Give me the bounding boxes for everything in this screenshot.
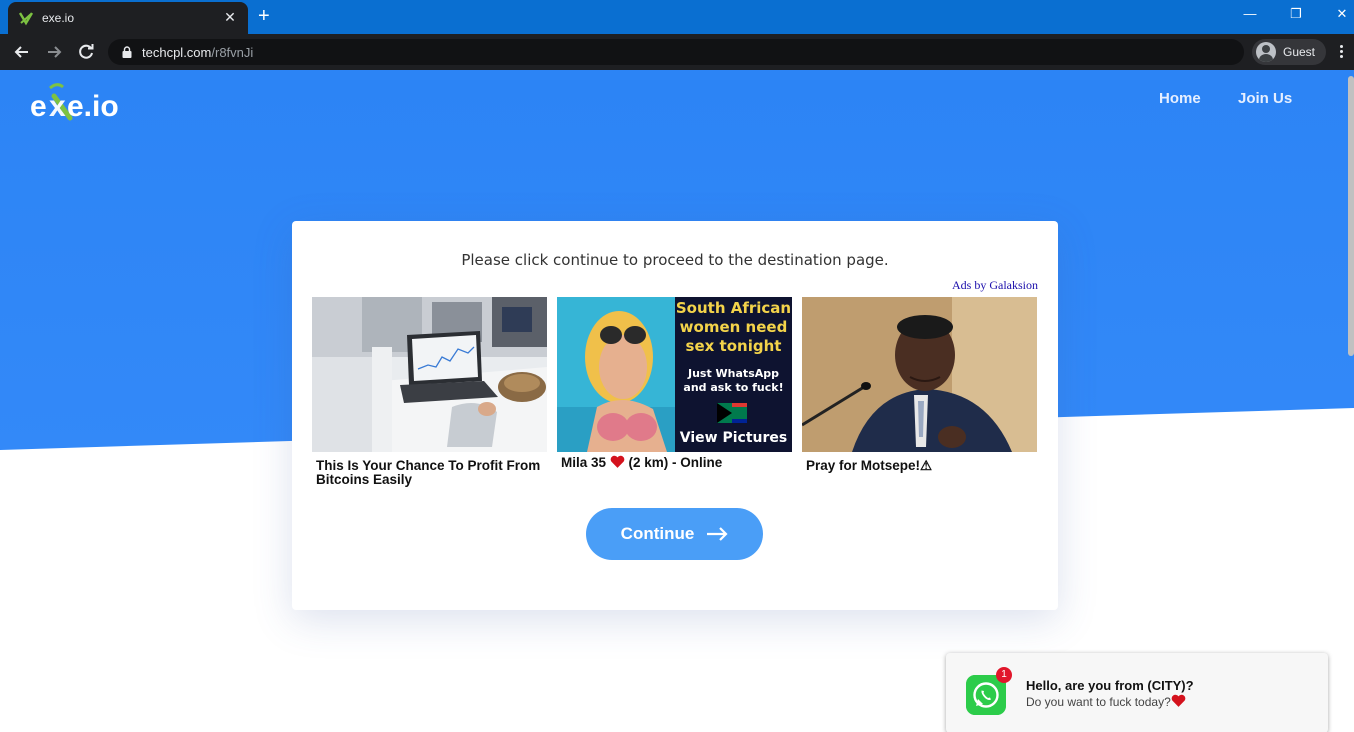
ad-banner-line: South African [675, 299, 792, 317]
ad-banner-line: sex tonight [685, 337, 782, 355]
reload-icon[interactable] [75, 41, 97, 63]
browser-menu-icon[interactable] [1336, 43, 1346, 61]
ad-caption[interactable]: This Is Your Chance To Profit From Bitco… [312, 459, 547, 487]
profile-label: Guest [1283, 45, 1316, 59]
instruction-text: Please click continue to proceed to the … [461, 251, 889, 269]
heart-icon [1171, 694, 1186, 707]
tab-title: exe.io [42, 11, 75, 25]
lock-icon [122, 46, 132, 58]
ad-caption[interactable]: Mila 35 (2 km) - Online [557, 455, 792, 470]
arrow-right-icon [707, 527, 728, 541]
svg-text:e.io: e.io [67, 90, 119, 123]
guest-avatar-icon [1256, 42, 1276, 62]
ad-caption-text: (2 km) - Online [624, 455, 723, 470]
ad-banner-line: women need [679, 318, 788, 336]
url-path: /r8fvnJi [211, 44, 254, 60]
browser-toolbar: techcpl.com/r8fvnJi Guest [0, 34, 1354, 70]
minimize-icon[interactable]: — [1240, 6, 1260, 21]
browser-tab[interactable]: exe.io ✕ [8, 2, 248, 34]
svg-text:e: e [30, 90, 47, 123]
new-tab-button[interactable]: + [258, 6, 270, 26]
ad-speaker-image [801, 297, 1037, 452]
page-scrollbar[interactable] [1348, 76, 1354, 356]
exe-io-logo[interactable]: e x e.io [30, 80, 140, 124]
tab-close-icon[interactable]: ✕ [222, 10, 238, 26]
ad-view-pictures-label: View Pictures [679, 430, 788, 446]
ad-dating-image: South African women need sex tonight Jus… [557, 297, 792, 452]
back-arrow-icon[interactable] [11, 41, 33, 63]
ad-caption[interactable]: Pray for Motsepe!⚠ [802, 459, 1037, 473]
restore-icon[interactable]: ❐ [1286, 6, 1306, 22]
notification-title: Hello, are you from (CITY)? [1026, 678, 1194, 693]
notification-body-text: Do you want to fuck today? [1026, 695, 1171, 709]
ad-bitcoin[interactable]: This Is Your Chance To Profit From Bitco… [312, 297, 547, 487]
chat-notification[interactable]: 1 Hello, are you from (CITY)? Do you wan… [946, 653, 1328, 732]
svg-text:x: x [49, 90, 66, 123]
ad-motsepe[interactable]: Pray for Motsepe!⚠ [801, 297, 1037, 487]
ad-dating[interactable]: South African women need sex tonight Jus… [557, 297, 792, 487]
exe-favicon-icon [18, 12, 34, 26]
notification-badge: 1 [996, 667, 1012, 683]
notification-body: Do you want to fuck today? [1026, 694, 1186, 709]
heart-icon [610, 455, 625, 468]
ad-caption-text: Mila 35 [561, 455, 610, 470]
continue-label: Continue [620, 524, 695, 543]
ad-banner-line: Just WhatsApp [687, 367, 779, 380]
address-bar[interactable]: techcpl.com/r8fvnJi [108, 39, 1244, 65]
continue-button[interactable]: Continue [586, 508, 763, 560]
continue-card: Please click continue to proceed to the … [292, 221, 1058, 610]
ads-by-link[interactable]: Ads by Galaksion [952, 278, 1038, 293]
ad-banner-line: and ask to fuck! [683, 381, 784, 394]
url-host: techcpl.com [142, 44, 212, 60]
window-close-icon[interactable]: ✕ [1332, 6, 1352, 22]
profile-button[interactable]: Guest [1252, 39, 1326, 65]
nav-home-link[interactable]: Home [1159, 90, 1201, 107]
page-viewport: e x e.io Home Join Us Please click conti… [0, 70, 1354, 732]
ad-laptop-image [312, 297, 547, 452]
forward-arrow-icon[interactable] [43, 41, 65, 63]
browser-tabstrip: exe.io ✕ + — ❐ ✕ [0, 0, 1354, 34]
nav-join-us-link[interactable]: Join Us [1238, 90, 1292, 107]
